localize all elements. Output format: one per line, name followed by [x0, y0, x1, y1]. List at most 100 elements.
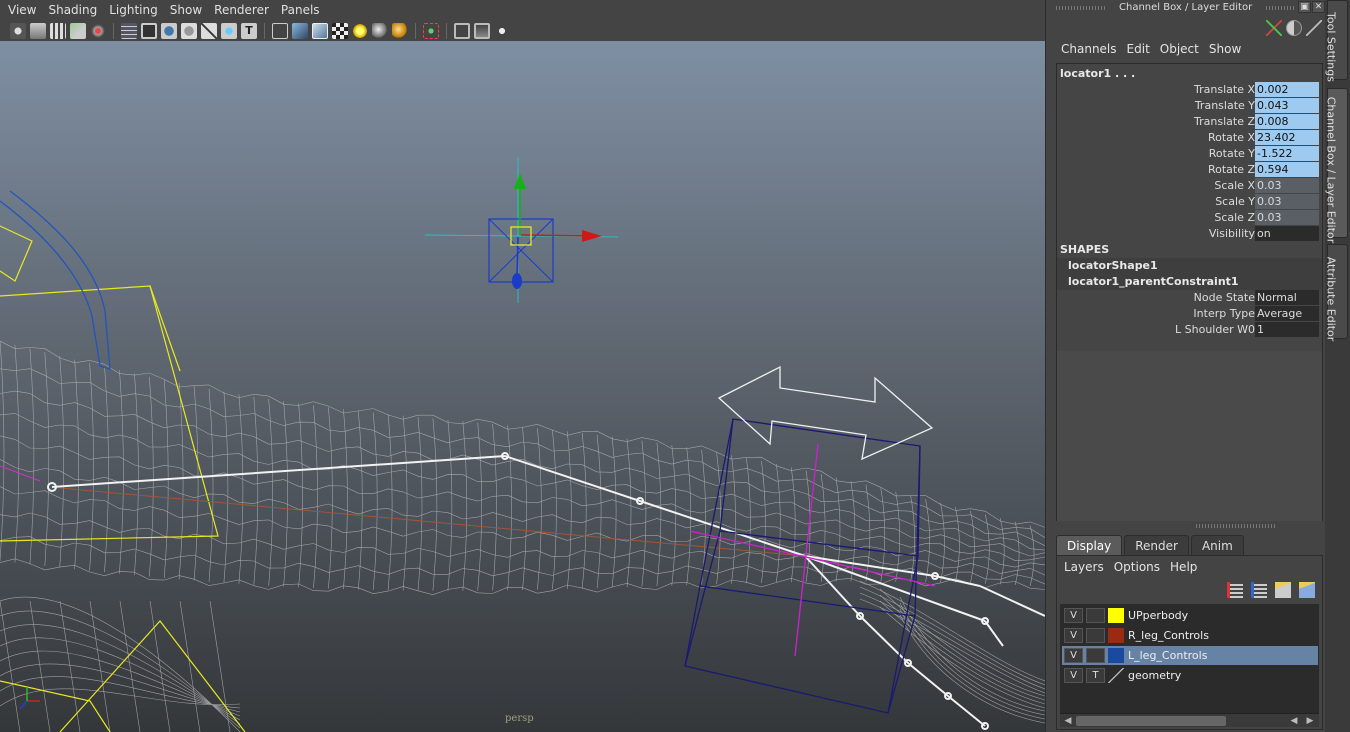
scroll-left-icon[interactable]: ◀	[1062, 715, 1074, 727]
attr-value-field[interactable]: Average	[1255, 306, 1319, 321]
attr-value-field[interactable]: on	[1255, 226, 1319, 241]
attr-value-field[interactable]: 1	[1255, 322, 1319, 337]
film-gate-icon[interactable]	[141, 22, 157, 39]
menu-shading[interactable]: Shading	[42, 0, 103, 20]
tab-tool-settings[interactable]: Tool Settings	[1325, 0, 1348, 82]
attr-value-field[interactable]: -1.522	[1255, 146, 1319, 161]
menu-panels[interactable]: Panels	[275, 0, 326, 20]
layer-type-toggle[interactable]: T	[1086, 668, 1105, 683]
layer-row-l-leg-controls[interactable]: V L_leg_Controls	[1062, 646, 1318, 665]
use-all-lights-icon[interactable]	[352, 22, 368, 39]
wireframe-on-shaded-icon[interactable]	[312, 22, 328, 39]
attr-value-field[interactable]: 0.043	[1255, 98, 1319, 113]
create-layer-from-selection-icon[interactable]	[1299, 582, 1315, 598]
menu-layers[interactable]: Layers	[1059, 558, 1109, 576]
layer-color-swatch[interactable]	[1108, 628, 1124, 643]
panel-titlebar[interactable]: Channel Box / Layer Editor ▣ ✕	[1046, 0, 1326, 16]
layer-color-swatch[interactable]	[1108, 648, 1124, 663]
attr-value-field[interactable]: Normal	[1255, 290, 1319, 305]
high-quality-icon[interactable]	[392, 22, 408, 39]
camera-attributes-icon[interactable]	[30, 22, 46, 39]
layer-visibility-toggle[interactable]: V	[1064, 648, 1083, 663]
menu-edit[interactable]: Edit	[1122, 40, 1155, 58]
wrist-control-cube[interactable]	[684, 418, 921, 714]
isolate-select-icon[interactable]	[423, 22, 439, 39]
attr-value-field[interactable]: 0.03	[1255, 194, 1319, 209]
field-chart-icon[interactable]	[201, 22, 217, 39]
3d-scene[interactable]: persp	[0, 41, 1045, 732]
layer-row-r-leg-controls[interactable]: V R_leg_Controls	[1062, 626, 1318, 645]
float-panel-icon[interactable]: ▣	[1298, 1, 1311, 13]
menu-options[interactable]: Options	[1109, 558, 1165, 576]
menu-object[interactable]: Object	[1155, 40, 1204, 58]
layer-no-color-icon[interactable]	[1108, 668, 1124, 683]
menu-show-channels[interactable]: Show	[1204, 40, 1246, 58]
panel-splitter[interactable]	[1196, 524, 1276, 528]
layer-visibility-toggle[interactable]: V	[1064, 668, 1083, 683]
hide-channel-box-icon[interactable]	[1306, 20, 1322, 36]
attr-row-scale-y[interactable]: Scale Y 0.03	[1057, 194, 1322, 210]
attr-value-field[interactable]: 0.002	[1255, 82, 1319, 97]
layer-row-geometry[interactable]: V T geometry	[1062, 666, 1318, 685]
layer-visibility-toggle[interactable]: V	[1064, 608, 1083, 623]
attr-row-interp-type[interactable]: Interp Type Average	[1057, 306, 1322, 322]
layer-list-horizontal-scrollbar[interactable]: ◀ ◀ ▶	[1060, 713, 1319, 727]
close-panel-icon[interactable]: ✕	[1312, 1, 1325, 13]
attr-row-translate-y[interactable]: Translate Y 0.043	[1057, 98, 1322, 114]
menu-channels[interactable]: Channels	[1056, 40, 1122, 58]
attr-value-field[interactable]: 0.008	[1255, 114, 1319, 129]
layer-type-toggle[interactable]	[1086, 628, 1105, 643]
panel-drag-grip-right[interactable]	[1266, 6, 1296, 10]
select-camera-icon[interactable]	[10, 22, 26, 39]
attr-value-field[interactable]: 23.402	[1255, 130, 1319, 145]
x-ray-joints-icon[interactable]	[474, 22, 490, 39]
attr-row-translate-z[interactable]: Translate Z 0.008	[1057, 114, 1322, 130]
smooth-shade-icon[interactable]	[292, 22, 308, 39]
attr-row-translate-x[interactable]: Translate X 0.002	[1057, 82, 1322, 98]
attr-value-field[interactable]: 0.03	[1255, 178, 1319, 193]
bookmark-icon[interactable]	[50, 22, 66, 39]
grid-icon[interactable]	[121, 22, 137, 39]
move-layer-down-icon[interactable]	[1251, 582, 1267, 598]
selected-object-name[interactable]: locator1 . . .	[1060, 67, 1135, 80]
layer-row-upperbody[interactable]: V UPperbody	[1062, 606, 1318, 625]
resolution-gate-icon[interactable]	[161, 22, 177, 39]
tab-render[interactable]: Render	[1124, 535, 1189, 555]
layer-color-swatch[interactable]	[1108, 608, 1124, 623]
attr-row-scale-x[interactable]: Scale X 0.03	[1057, 178, 1322, 194]
image-plane-icon[interactable]	[70, 22, 86, 39]
tab-channel-box-layer-editor[interactable]: Channel Box / Layer Editor	[1325, 88, 1348, 243]
panel-drag-grip[interactable]	[1056, 6, 1106, 10]
attr-value-field[interactable]: 0.594	[1255, 162, 1319, 177]
move-layer-up-icon[interactable]	[1227, 582, 1243, 598]
menu-view[interactable]: View	[2, 0, 42, 20]
tab-attribute-editor[interactable]: Attribute Editor	[1325, 244, 1348, 341]
layer-visibility-toggle[interactable]: V	[1064, 628, 1083, 643]
manipulator-axes-icon[interactable]	[1266, 20, 1282, 36]
tab-anim[interactable]: Anim	[1190, 535, 1244, 555]
shape-node-locatorshape1[interactable]: locatorShape1	[1057, 258, 1322, 274]
attr-row-rotate-x[interactable]: Rotate X 23.402	[1057, 130, 1322, 146]
menu-renderer[interactable]: Renderer	[208, 0, 275, 20]
attr-row-node-state[interactable]: Node State Normal	[1057, 290, 1322, 306]
shadows-icon[interactable]	[372, 22, 388, 39]
menu-show[interactable]: Show	[164, 0, 208, 20]
tab-display[interactable]: Display	[1056, 535, 1123, 555]
layer-type-toggle[interactable]	[1086, 608, 1105, 623]
locator-transform-gizmo[interactable]	[424, 157, 619, 303]
x-ray-icon[interactable]	[454, 22, 470, 39]
textured-icon[interactable]	[332, 22, 348, 39]
gate-mask-icon[interactable]	[181, 22, 197, 39]
ik-fk-switch-arrow[interactable]	[717, 365, 934, 461]
attr-row-scale-z[interactable]: Scale Z 0.03	[1057, 210, 1322, 226]
scroll-right-icon[interactable]: ▶	[1304, 715, 1316, 727]
text-icon[interactable]: T	[241, 22, 257, 39]
create-empty-layer-icon[interactable]	[1275, 582, 1291, 598]
attr-row-rotate-z[interactable]: Rotate Z 0.594	[1057, 162, 1322, 178]
shape-node-parent-constraint[interactable]: locator1_parentConstraint1	[1057, 274, 1322, 290]
attr-row-rotate-y[interactable]: Rotate Y -1.522	[1057, 146, 1322, 162]
layer-type-toggle[interactable]	[1086, 648, 1105, 663]
speed-tension-icon[interactable]	[1286, 20, 1302, 36]
wireframe-icon[interactable]	[272, 22, 288, 39]
menu-lighting[interactable]: Lighting	[103, 0, 164, 20]
